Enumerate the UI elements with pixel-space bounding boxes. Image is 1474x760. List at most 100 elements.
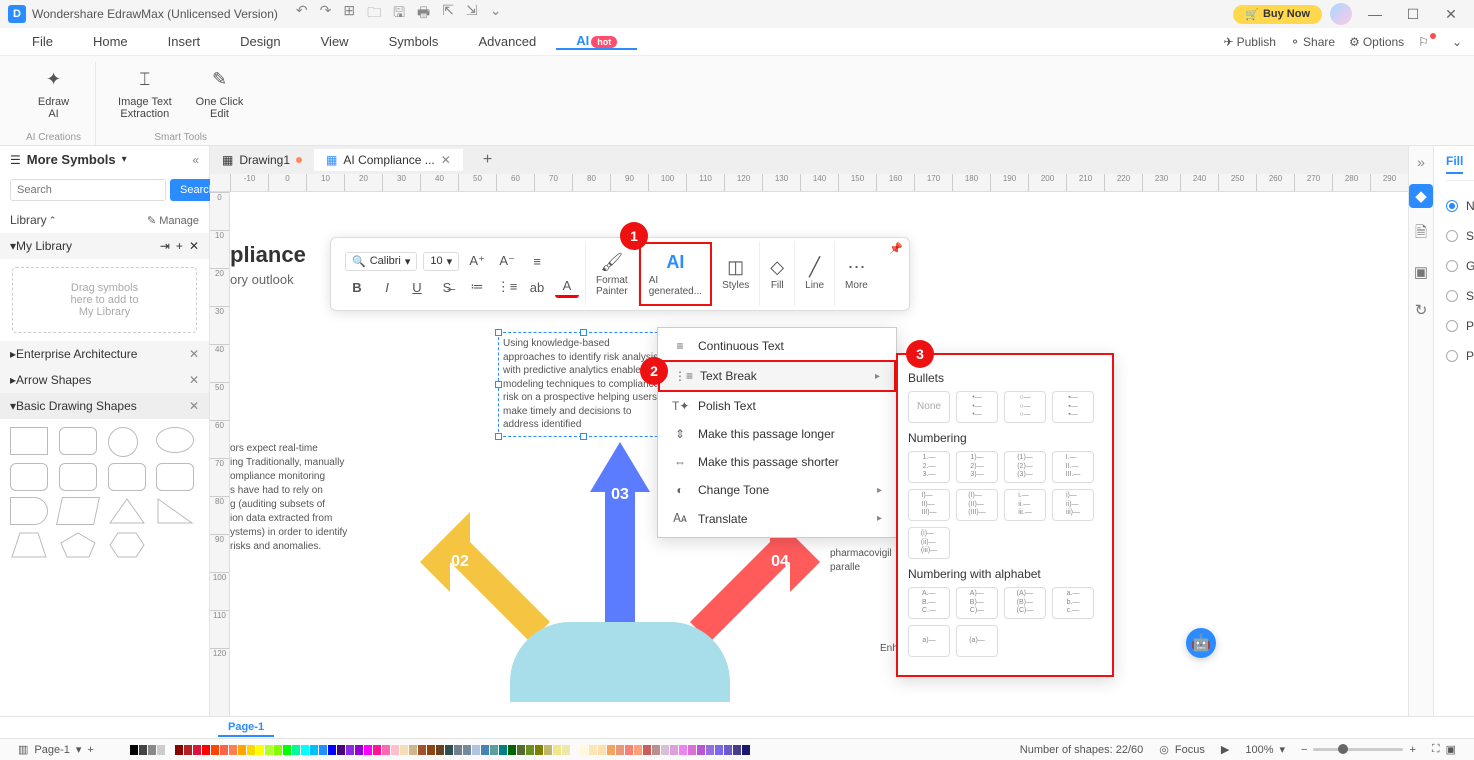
zoom-value[interactable]: 100%: [1245, 744, 1273, 756]
italic-icon[interactable]: I: [375, 276, 399, 298]
user-avatar-icon[interactable]: [1330, 3, 1352, 25]
underline-icon[interactable]: U: [405, 276, 429, 298]
one-click-edit-button[interactable]: ✎ One Click Edit: [188, 62, 252, 124]
ai-chat-bubble-icon[interactable]: 🤖: [1186, 628, 1216, 658]
shape-rounded-rect[interactable]: [59, 427, 97, 455]
fill-panel-icon[interactable]: ◆: [1409, 184, 1433, 208]
alpha-lower-bparen[interactable]: (a)—: [956, 625, 998, 657]
alpha-lower-paren[interactable]: a)—: [908, 625, 950, 657]
pin-icon[interactable]: 📌: [889, 242, 903, 255]
page-tab[interactable]: Page-1: [218, 719, 274, 737]
cm-change-tone[interactable]: ◐Change Tone▸: [658, 476, 896, 504]
close-button[interactable]: ✕: [1436, 6, 1466, 23]
cm-shorter[interactable]: ⇔Make this passage shorter: [658, 448, 896, 476]
print-icon[interactable]: 🖶: [417, 2, 430, 26]
manage-button[interactable]: ✎ Manage: [147, 214, 199, 227]
play-icon[interactable]: ▶: [1221, 743, 1229, 756]
menu-ai[interactable]: AIhot: [556, 33, 637, 50]
redo-icon[interactable]: ↷: [320, 2, 332, 26]
export-icon[interactable]: ⇱: [442, 2, 454, 26]
font-select[interactable]: 🔍 Calibri ▾: [345, 252, 417, 271]
bullets-disc[interactable]: •—•—•—: [956, 391, 998, 423]
focus-icon[interactable]: ◎: [1159, 743, 1169, 756]
fill-opt-single-gradient[interactable]: Single color gradient fill: [1446, 281, 1474, 311]
align-icon[interactable]: ≡: [525, 250, 549, 272]
fit-page-icon[interactable]: ⛶: [1432, 743, 1440, 756]
shape-rounded-rect-2[interactable]: [10, 463, 48, 491]
line-button[interactable]: ╱Line: [795, 242, 835, 306]
shape-hexagon[interactable]: [108, 531, 146, 559]
layout-panel-icon[interactable]: ▣: [1409, 260, 1433, 284]
cm-text-break[interactable]: ⋮≡Text Break▸: [658, 360, 896, 392]
alpha-upper-dot[interactable]: A.—B.—C.—: [908, 587, 950, 619]
menu-file[interactable]: File: [12, 34, 73, 49]
fill-opt-picture[interactable]: Picture or texture fill: [1446, 341, 1474, 371]
text-case-icon[interactable]: ab: [525, 276, 549, 298]
shape-trapezoid[interactable]: [10, 531, 48, 559]
decrease-font-icon[interactable]: A⁻: [495, 250, 519, 272]
collapse-ribbon-icon[interactable]: ⌄: [1452, 35, 1462, 49]
fill-opt-pattern[interactable]: Pattern fill: [1446, 311, 1474, 341]
dropdown-icon[interactable]: ▾: [122, 154, 127, 165]
shape-ellipse[interactable]: [156, 427, 194, 453]
pages-icon[interactable]: ▥: [18, 743, 28, 756]
num-roman-lower-paren[interactable]: i)—ii)—iii)—: [1052, 489, 1094, 521]
fill-opt-none[interactable]: No fill: [1446, 191, 1474, 221]
bullets-icon[interactable]: ≔: [465, 276, 489, 298]
maximize-button[interactable]: ☐: [1398, 6, 1428, 23]
notifications-icon[interactable]: ⚐: [1418, 35, 1438, 49]
increase-font-icon[interactable]: A⁺: [465, 250, 489, 272]
menu-advanced[interactable]: Advanced: [458, 34, 556, 49]
collapse-sidebar-icon[interactable]: «: [192, 153, 199, 167]
zoom-in-icon[interactable]: +: [1409, 744, 1415, 756]
import-icon[interactable]: ⇲: [466, 2, 478, 26]
cm-translate[interactable]: 🗛Translate▸: [658, 504, 896, 533]
drag-drop-zone[interactable]: Drag symbols here to add to My Library: [12, 267, 197, 333]
options-button[interactable]: ⚙ Options: [1349, 35, 1404, 49]
ai-generated-button[interactable]: AIAI generated...: [639, 242, 712, 306]
menu-home[interactable]: Home: [73, 34, 148, 49]
num-roman-lower[interactable]: i.—ii.—iii.—: [1004, 489, 1046, 521]
shape-d-shape[interactable]: [10, 497, 48, 525]
alpha-upper-bparen[interactable]: (A)—(B)—(C)—: [1004, 587, 1046, 619]
styles-button[interactable]: ◫Styles: [712, 242, 760, 306]
panel-tab-fill[interactable]: Fill: [1446, 154, 1463, 174]
more-symbols-label[interactable]: More Symbols: [27, 152, 116, 167]
zoom-slider[interactable]: [1313, 748, 1403, 751]
page-dropdown-icon[interactable]: ▾: [76, 743, 82, 756]
cm-polish-text[interactable]: T✦Polish Text: [658, 392, 896, 420]
shape-rounded-rect-4[interactable]: [108, 463, 146, 491]
new-tab-button[interactable]: +: [463, 147, 512, 173]
bullets-circle[interactable]: ○—○—○—: [1004, 391, 1046, 423]
share-button[interactable]: ⚬ Share: [1290, 35, 1335, 49]
num-roman-upper[interactable]: I.—II.—III.—: [1052, 451, 1094, 483]
tab-ai-compliance[interactable]: ▦AI Compliance ...✕: [314, 149, 463, 171]
num-1dot[interactable]: 1.—2.—3.—: [908, 451, 950, 483]
zoom-out-icon[interactable]: −: [1301, 744, 1307, 756]
minimize-button[interactable]: —: [1360, 6, 1390, 22]
font-size-select[interactable]: 10 ▾: [423, 252, 459, 271]
add-page-icon[interactable]: +: [87, 744, 93, 756]
category-enterprise[interactable]: ▸Enterprise Architecture✕: [0, 341, 209, 367]
menu-insert[interactable]: Insert: [148, 34, 221, 49]
font-color-icon[interactable]: A: [555, 276, 579, 298]
menu-view[interactable]: View: [301, 34, 369, 49]
fullscreen-icon[interactable]: ▣: [1446, 743, 1456, 756]
alpha-lower-dot[interactable]: a.—b.—c.—: [1052, 587, 1094, 619]
menu-design[interactable]: Design: [220, 34, 300, 49]
category-basic-shapes[interactable]: ▾Basic Drawing Shapes✕: [0, 393, 209, 419]
edraw-ai-button[interactable]: ✦ Edraw AI: [30, 62, 77, 124]
num-roman-upper-paren[interactable]: I)—II)—III)—: [908, 489, 950, 521]
import-library-icon[interactable]: ⇥: [160, 239, 170, 253]
close-tab-icon[interactable]: ✕: [441, 153, 451, 167]
library-up-icon[interactable]: ⌃: [49, 215, 57, 226]
shape-triangle[interactable]: [108, 497, 146, 525]
close-library-icon[interactable]: ✕: [189, 239, 199, 253]
shape-rectangle[interactable]: [10, 427, 48, 455]
undo-icon[interactable]: ↶: [296, 2, 308, 26]
format-painter-button[interactable]: 🖌Format Painter: [586, 242, 639, 306]
my-library-category[interactable]: ▾ My Library ⇥ + ✕: [0, 233, 209, 259]
buy-now-button[interactable]: 🛒 Buy Now: [1233, 5, 1322, 24]
num-roman-lower-bparen[interactable]: (i)—(ii)—(iii)—: [908, 527, 950, 559]
fill-button[interactable]: ◇Fill: [760, 242, 795, 306]
